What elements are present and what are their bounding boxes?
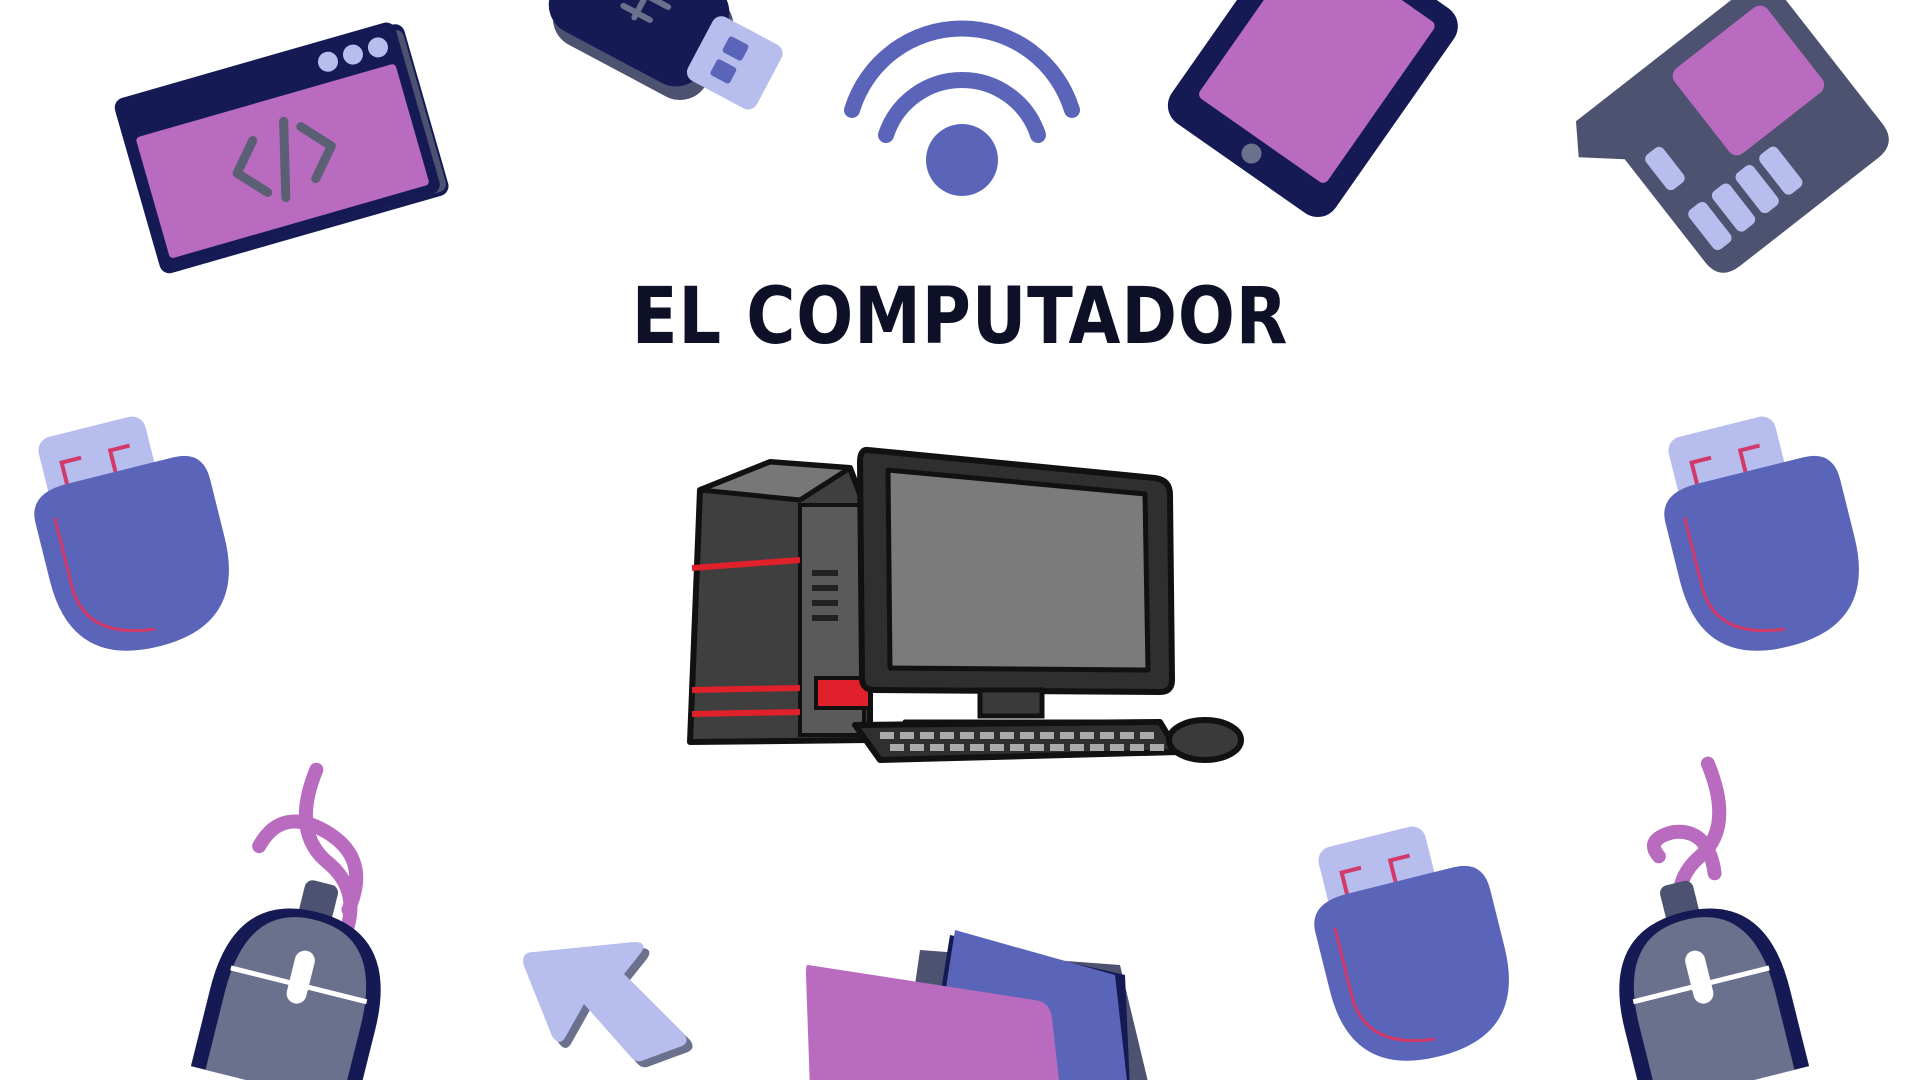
folder-icon — [806, 930, 1148, 1080]
code-window-icon — [114, 22, 449, 274]
cursor-arrow-icon — [523, 942, 693, 1068]
usb-drive-icon — [548, 0, 783, 110]
desktop-computer-icon — [687, 446, 1244, 763]
infographic-canvas: EL COMPUTADOR — [0, 0, 1920, 1080]
sd-card-icon — [1575, 0, 1889, 273]
illustration-layer — [34, 0, 1889, 1080]
usb-plug-icon — [1314, 826, 1509, 1061]
usb-plug-icon — [1664, 416, 1859, 651]
smartphone-icon — [1167, 0, 1458, 218]
wifi-icon — [844, 20, 1080, 196]
mouse-icon — [190, 762, 381, 1080]
mouse-icon — [1619, 756, 1810, 1080]
usb-plug-icon — [34, 416, 229, 651]
